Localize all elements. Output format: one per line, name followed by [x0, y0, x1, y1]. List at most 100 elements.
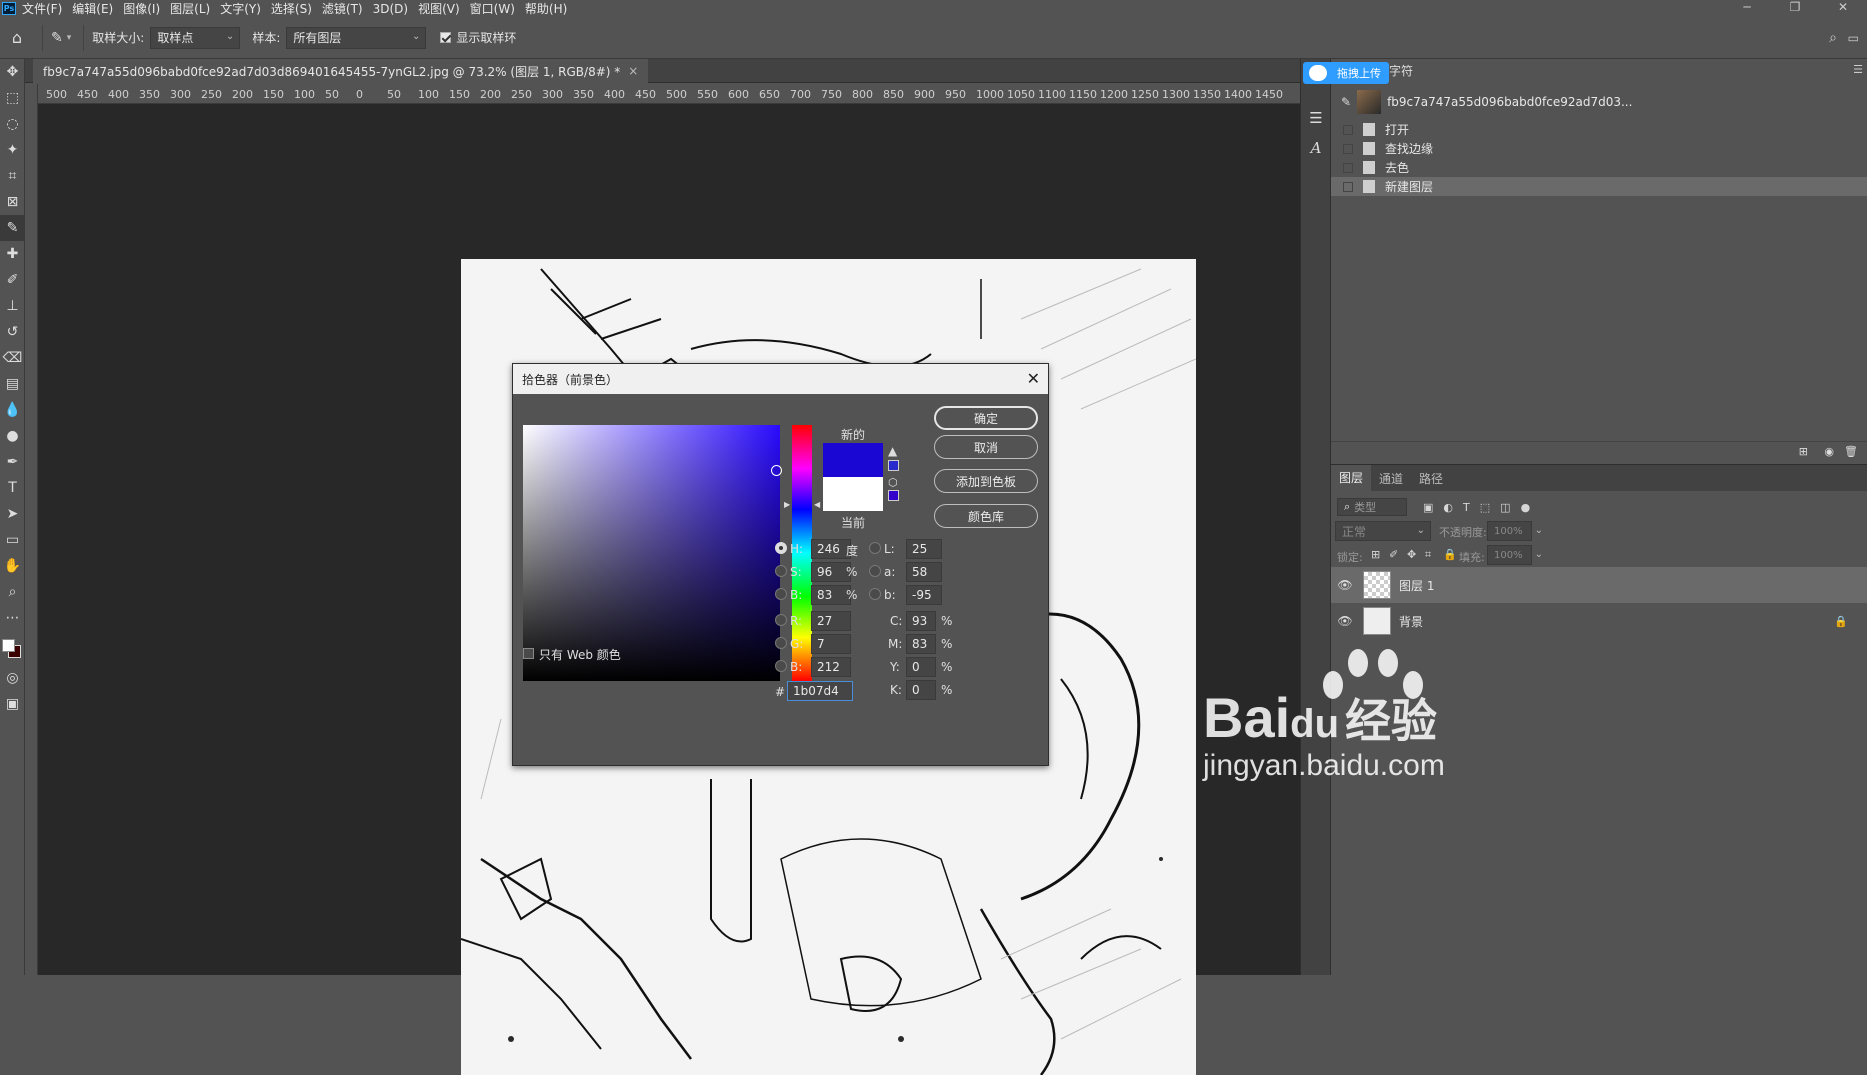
black-input[interactable]: 0 [906, 680, 936, 700]
panel-menu-icon[interactable]: ☰ [1853, 63, 1863, 76]
pen-tool-icon[interactable]: ✒ [0, 449, 25, 475]
healing-brush-tool-icon[interactable]: ✚ [0, 241, 25, 267]
fill-input[interactable]: 100% ⌄ [1487, 545, 1543, 565]
history-source-box[interactable] [1343, 181, 1353, 192]
menu-edit[interactable]: 编辑(E) [72, 0, 113, 17]
eyedropper-tool-icon[interactable]: ✎ [0, 215, 25, 241]
chevron-down-icon[interactable]: ▾ [67, 33, 72, 43]
filter-smart-object-icon[interactable]: ◫ [1500, 501, 1510, 514]
brush-tool-icon[interactable]: ✐ [0, 267, 25, 293]
hex-input[interactable]: 1b07d4 [787, 681, 853, 701]
tab-layers[interactable]: 图层 [1331, 465, 1372, 491]
photoshop-logo-icon[interactable]: Ps [2, 2, 16, 15]
more-tools-icon[interactable]: ⋯ [0, 605, 25, 631]
foreground-background-swatches[interactable] [0, 631, 25, 665]
frame-tool-icon[interactable]: ⊠ [0, 189, 25, 215]
new-document-from-state-icon[interactable]: ⊞ [1799, 445, 1808, 458]
menu-layer[interactable]: 图层(L) [170, 0, 210, 17]
menu-3d[interactable]: 3D(D) [373, 2, 408, 16]
eyedropper-tool-preset-icon[interactable]: ✎ [51, 30, 63, 46]
a-channel-input[interactable]: 58 [906, 562, 942, 582]
a-channel-radio[interactable] [869, 565, 881, 577]
hue-radio[interactable] [775, 542, 787, 554]
web-only-checkbox[interactable] [523, 648, 534, 659]
character-tab[interactable]: 字符 [1389, 62, 1413, 79]
eraser-tool-icon[interactable]: ⌫ [0, 345, 25, 371]
blue-input[interactable]: 212 [811, 657, 851, 677]
dodge-tool-icon[interactable]: ● [0, 423, 25, 449]
history-item[interactable]: 查找边缘 [1331, 139, 1867, 158]
menu-window[interactable]: 窗口(W) [470, 0, 515, 17]
web-safe-color-swatch[interactable] [888, 490, 899, 501]
magic-wand-tool-icon[interactable]: ✦ [0, 137, 25, 163]
out-of-gamut-warning-icon[interactable]: ▲ [888, 444, 897, 458]
menu-view[interactable]: 视图(V) [418, 0, 460, 17]
color-libraries-button[interactable]: 颜色库 [934, 504, 1038, 528]
filter-type-icon[interactable]: T [1463, 501, 1470, 514]
cancel-button[interactable]: 取消 [934, 435, 1038, 459]
magenta-input[interactable]: 83 [906, 634, 936, 654]
saturation-input[interactable]: 96 [811, 562, 851, 582]
tab-channels[interactable]: 通道 [1371, 470, 1411, 487]
filter-toggle-icon[interactable]: ● [1521, 501, 1531, 514]
home-icon[interactable]: ⌂ [0, 28, 34, 47]
dialog-close-icon[interactable]: ✕ [1027, 369, 1040, 388]
stamp-tool-icon[interactable]: ⊥ [0, 293, 25, 319]
sample-size-select[interactable]: 取样点 ⌄ [150, 26, 241, 49]
foreground-color-swatch[interactable] [2, 639, 15, 652]
menu-file[interactable]: 文件(F) [22, 0, 62, 17]
visibility-eye-icon[interactable]: 👁 [1331, 578, 1359, 592]
ok-button[interactable]: 确定 [934, 406, 1038, 430]
menu-image[interactable]: 图像(I) [123, 0, 160, 17]
history-item[interactable]: 去色 [1331, 158, 1867, 177]
red-radio[interactable] [775, 614, 787, 626]
tab-paths[interactable]: 路径 [1411, 470, 1451, 487]
saturation-brightness-field[interactable] [523, 425, 782, 681]
gamut-color-swatch[interactable] [888, 460, 899, 471]
green-input[interactable]: 7 [811, 634, 851, 654]
cyan-input[interactable]: 93 [906, 611, 936, 631]
zoom-tool-icon[interactable]: ⌕ [0, 579, 25, 605]
drag-upload-badge[interactable]: 拖拽上传 [1303, 62, 1389, 84]
history-source-box[interactable] [1343, 124, 1353, 135]
marquee-tool-icon[interactable]: ⬚ [0, 85, 25, 111]
filter-pixel-icon[interactable]: ▣ [1423, 501, 1433, 514]
lock-image-icon[interactable]: ✐ [1389, 548, 1398, 561]
tab-close-icon[interactable]: × [628, 64, 638, 78]
document-tab[interactable]: fb9c7a747a55d096babd0fce92ad7d03d8694016… [33, 59, 649, 83]
hand-tool-icon[interactable]: ✋ [0, 553, 25, 579]
type-tool-icon[interactable]: T [0, 475, 25, 501]
b-channel-input[interactable]: -95 [906, 585, 942, 605]
add-to-swatches-button[interactable]: 添加到色板 [934, 469, 1038, 493]
move-tool-icon[interactable]: ✥ [0, 59, 25, 85]
brightness-input[interactable]: 83 [811, 585, 851, 605]
blue-radio[interactable] [775, 660, 787, 672]
opacity-input[interactable]: 100% ⌄ [1487, 521, 1543, 541]
minimize-icon[interactable]: ─ [1723, 0, 1771, 14]
path-selection-tool-icon[interactable]: ➤ [0, 501, 25, 527]
history-source-box[interactable] [1343, 143, 1353, 154]
brightness-radio[interactable] [775, 588, 787, 600]
gradient-tool-icon[interactable]: ▤ [0, 371, 25, 397]
hue-slider-right-arrow-icon[interactable]: ◀ [814, 500, 820, 509]
search-icon[interactable]: ⌕ [1829, 30, 1837, 46]
quick-mask-icon[interactable]: ◎ [0, 665, 25, 691]
web-safe-cube-icon[interactable]: ⬡ [888, 476, 898, 489]
sample-select[interactable]: 所有图层 ⌄ [286, 26, 427, 49]
properties-icon[interactable]: ☰ [1301, 103, 1331, 133]
visibility-eye-icon[interactable]: 👁 [1331, 614, 1359, 628]
yellow-input[interactable]: 0 [906, 657, 936, 677]
menu-select[interactable]: 选择(S) [271, 0, 312, 17]
history-item[interactable]: 打开 [1331, 120, 1867, 139]
menu-type[interactable]: 文字(Y) [220, 0, 261, 17]
blend-mode-select[interactable]: 正常 ⌄ [1335, 521, 1431, 541]
history-item[interactable]: 新建图层 [1331, 177, 1867, 196]
window-close-icon[interactable]: ✕ [1819, 0, 1867, 14]
dialog-titlebar[interactable]: 拾色器（前景色） ✕ [513, 364, 1048, 394]
lightness-input[interactable]: 25 [906, 539, 942, 559]
filter-shape-icon[interactable]: ⬚ [1480, 501, 1490, 514]
hue-input[interactable]: 246 [811, 539, 851, 559]
layer-row[interactable]: 👁 图层 1 [1331, 567, 1867, 603]
canvas-workspace[interactable]: 拾色器（前景色） ✕ ▶ ◀ 新的 当前 ▲ ⬡ 确定 取消 添加到色板 颜色库… [38, 104, 1300, 1075]
history-brush-tool-icon[interactable]: ↺ [0, 319, 25, 345]
